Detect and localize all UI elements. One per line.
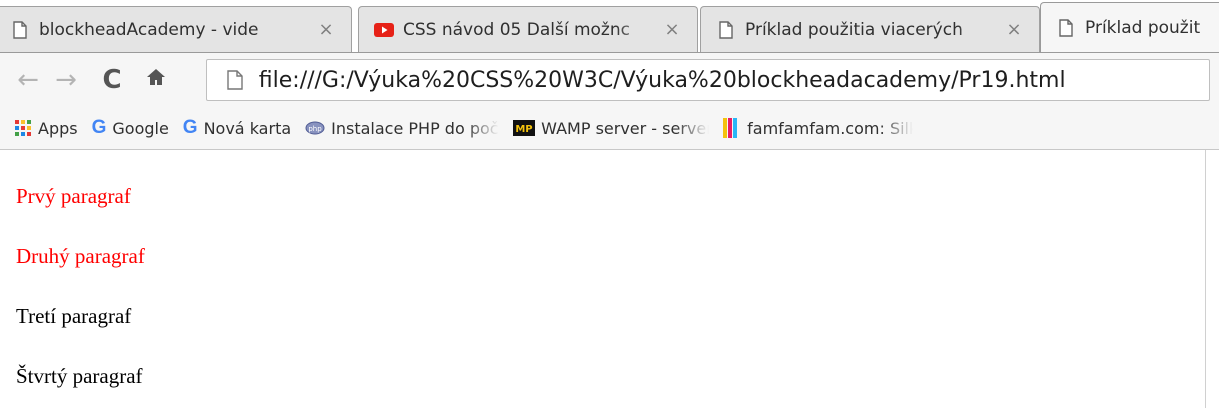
famfamfam-icon xyxy=(723,118,741,138)
paragraph-2: Druhý paragraf xyxy=(16,244,145,268)
tab-css-navod[interactable]: CSS návod 05 Další možnc × xyxy=(358,6,698,52)
paragraph-3: Tretí paragraf xyxy=(16,304,132,328)
back-arrow-icon[interactable]: ← xyxy=(10,65,46,95)
bookmark-label: Nová karta xyxy=(203,118,292,138)
page-content: Prvý paragraf Druhý paragraf Tretí parag… xyxy=(0,150,1205,408)
bookmark-nova-karta[interactable]: G Nová karta xyxy=(183,117,291,139)
close-icon[interactable]: × xyxy=(1003,19,1025,40)
bookmark-famfamfam[interactable]: famfamfam.com: Silk I xyxy=(723,118,913,138)
bookmark-label: WAMP server - server xyxy=(541,118,710,138)
home-icon[interactable] xyxy=(138,65,174,95)
tab-label: blockheadAcademy - vide xyxy=(39,19,259,40)
bookmark-label: Google xyxy=(112,118,169,138)
youtube-icon xyxy=(371,22,397,37)
bookmark-instalace-php[interactable]: php Instalace PHP do počí xyxy=(305,119,499,138)
google-g-icon: G xyxy=(182,117,198,138)
page-icon xyxy=(7,20,33,39)
paragraph-4: Štvrtý paragraf xyxy=(16,364,143,388)
bookmark-apps[interactable]: Apps xyxy=(14,119,78,138)
page-icon xyxy=(713,20,739,39)
window-edge xyxy=(1205,150,1219,408)
reload-icon[interactable]: C xyxy=(94,65,130,95)
url-input[interactable] xyxy=(258,67,1209,93)
svg-text:php: php xyxy=(308,125,322,133)
tab-blockheadacademy[interactable]: blockheadAcademy - vide × xyxy=(0,6,352,52)
bookmark-label: Instalace PHP do počí xyxy=(331,118,500,138)
paragraph-1: Prvý paragraf xyxy=(16,184,131,208)
tab-label: CSS návod 05 Další možnc xyxy=(403,19,630,40)
bookmarks-bar: Apps G Google G Nová karta php Instalace… xyxy=(0,107,1219,150)
tab-priklad-active[interactable]: Príklad použit xyxy=(1040,2,1219,52)
forward-arrow-icon[interactable]: → xyxy=(48,65,84,95)
bookmark-wamp[interactable]: MP WAMP server - server xyxy=(513,119,709,138)
tab-strip: blockheadAcademy - vide × CSS návod 05 D… xyxy=(0,0,1219,52)
google-g-icon: G xyxy=(91,117,107,138)
bookmark-label: famfamfam.com: Silk I xyxy=(747,118,914,138)
svg-text:MP: MP xyxy=(516,124,533,135)
tab-label: Príklad použit xyxy=(1085,17,1201,38)
apps-grid-icon xyxy=(14,119,32,137)
page-icon xyxy=(1053,18,1079,37)
bookmark-label: Apps xyxy=(38,118,78,138)
mp-icon: MP xyxy=(513,120,536,136)
close-icon[interactable]: × xyxy=(661,19,683,40)
tab-priklad-viacerych[interactable]: Príklad použitia viacerých × xyxy=(700,6,1040,52)
bookmark-google[interactable]: G Google xyxy=(92,117,169,139)
browser-toolbar: ← → C xyxy=(0,52,1219,107)
address-bar[interactable] xyxy=(206,59,1210,101)
page-icon xyxy=(227,70,249,90)
tab-label: Príklad použitia viacerých xyxy=(745,19,963,40)
php-icon: php xyxy=(305,120,325,136)
close-icon[interactable]: × xyxy=(315,19,337,40)
